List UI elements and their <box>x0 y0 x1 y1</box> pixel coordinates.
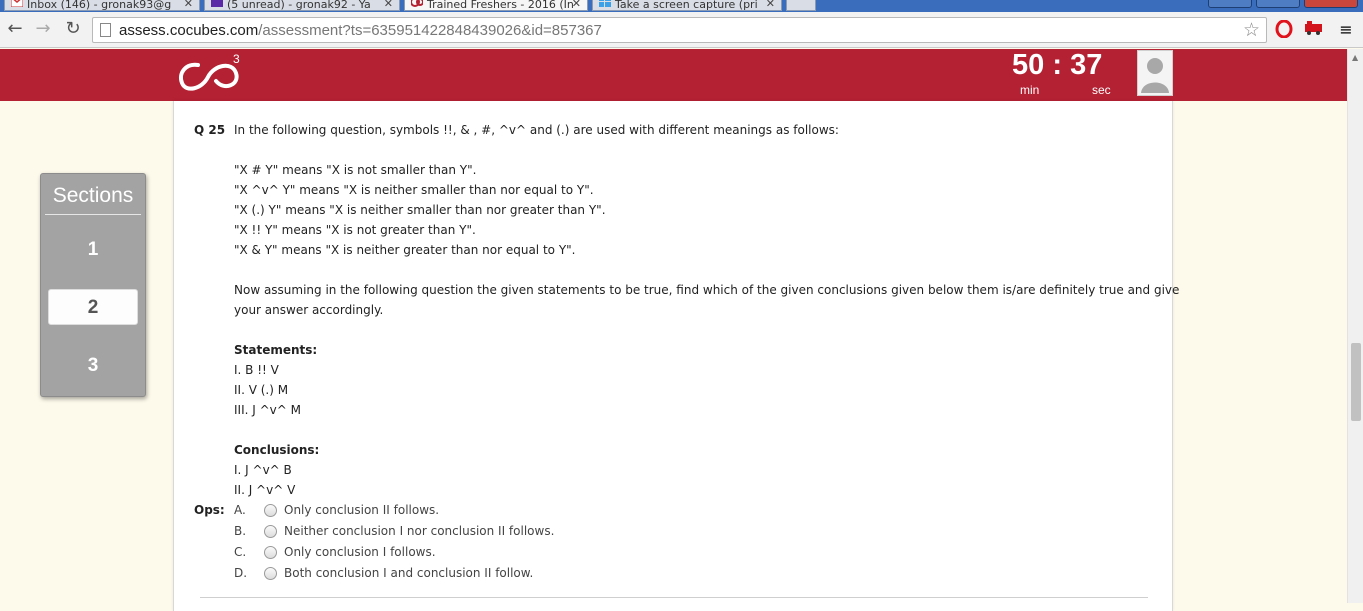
maximize-button[interactable] <box>1256 0 1300 8</box>
avatar[interactable] <box>1137 50 1173 96</box>
countdown-timer: 50 : 37 min sec <box>1012 49 1122 101</box>
option-letter: B. <box>234 524 247 538</box>
conclusions-heading: Conclusions: <box>234 443 320 457</box>
minimize-button[interactable] <box>1208 0 1252 8</box>
option-b-radio[interactable] <box>264 525 277 538</box>
opera-extension-icon[interactable] <box>1274 19 1294 40</box>
forward-icon[interactable]: → <box>32 18 54 40</box>
page-scrollbar[interactable]: ▲ <box>1347 49 1363 603</box>
divider <box>45 214 141 215</box>
conclusion-item: II. J ^v^ V <box>234 483 296 497</box>
divider <box>200 597 1148 598</box>
browser-tabstrip: Inbox (146) - gronak93@g ✕ (5 unread) - … <box>0 0 1363 12</box>
option-a-text[interactable]: Only conclusion II follows. <box>284 503 439 517</box>
address-bar[interactable]: assess.cocubes.com/assessment?ts=6359514… <box>92 17 1267 43</box>
section-2-button[interactable]: 2 <box>48 289 138 325</box>
section-1-button[interactable]: 1 <box>48 232 138 268</box>
option-letter: C. <box>234 545 247 559</box>
timer-min-label: min <box>1020 83 1040 97</box>
sections-panel: Sections 1 2 3 <box>40 173 146 397</box>
question-number: Q 25 <box>194 123 226 137</box>
yahoo-mail-icon <box>211 0 223 7</box>
bookmark-star-icon[interactable]: ☆ <box>1243 19 1260 41</box>
new-tab-button[interactable] <box>786 0 816 11</box>
option-c-text[interactable]: Only conclusion I follows. <box>284 545 436 559</box>
scroll-up-icon[interactable]: ▲ <box>1352 53 1358 62</box>
browser-tab-yahoo[interactable]: (5 unread) - gronak92 - Ya ✕ <box>204 0 400 11</box>
close-icon[interactable]: ✕ <box>184 0 193 10</box>
close-icon[interactable]: ✕ <box>572 0 581 10</box>
close-icon[interactable]: ✕ <box>384 0 393 10</box>
meaning-line: "X !! Y" means "X is not greater than Y"… <box>234 223 476 237</box>
question-intro: In the following question, symbols !!, &… <box>234 123 839 137</box>
browser-tab-active[interactable]: Trained Freshers - 2016 (In ✕ <box>404 0 588 11</box>
meaning-line: "X (.) Y" means "X is neither smaller th… <box>234 203 606 217</box>
url-text: assess.cocubes.com/assessment?ts=6359514… <box>119 22 602 39</box>
train-extension-icon[interactable] <box>1304 20 1324 40</box>
section-3-button[interactable]: 3 <box>48 348 138 384</box>
timer-digits: 50 : 37 <box>1012 49 1103 81</box>
meaning-line: "X # Y" means "X is not smaller than Y". <box>234 163 477 177</box>
window-close-button[interactable] <box>1304 0 1358 8</box>
option-c-radio[interactable] <box>264 546 277 559</box>
gmail-icon <box>10 0 24 8</box>
cocubes-icon <box>410 0 424 7</box>
browser-toolbar: ← → ↻ assess.cocubes.com/assessment?ts=6… <box>0 12 1363 48</box>
browser-tab-gmail[interactable]: Inbox (146) - gronak93@g ✕ <box>4 0 200 11</box>
option-d-radio[interactable] <box>264 567 277 580</box>
cocubes-logo: 3 <box>176 51 246 95</box>
statement-item: I. B !! V <box>234 363 279 377</box>
page-header: 3 50 : 37 min sec <box>0 49 1347 101</box>
page-icon <box>100 23 111 37</box>
menu-icon[interactable]: ≡ <box>1336 20 1356 40</box>
browser-tab-screencapture[interactable]: Take a screen capture (pri ✕ <box>592 0 782 11</box>
close-icon[interactable]: ✕ <box>766 0 775 10</box>
options-label: Ops: <box>194 503 225 517</box>
windows-icon <box>599 0 611 7</box>
option-letter: D. <box>234 566 248 580</box>
statement-item: III. J ^v^ M <box>234 403 301 417</box>
sections-title: Sections <box>52 184 134 207</box>
option-d-text[interactable]: Both conclusion I and conclusion II foll… <box>284 566 533 580</box>
meaning-line: "X ^v^ Y" means "X is neither smaller th… <box>234 183 594 197</box>
option-b-text[interactable]: Neither conclusion I nor conclusion II f… <box>284 524 554 538</box>
reload-icon[interactable]: ↻ <box>62 18 84 40</box>
conclusion-item: I. J ^v^ B <box>234 463 292 477</box>
instruction-text: your answer accordingly. <box>234 303 384 317</box>
meaning-line: "X & Y" means "X is neither greater than… <box>234 243 576 257</box>
statement-item: II. V (.) M <box>234 383 289 397</box>
timer-sec-label: sec <box>1092 83 1111 97</box>
back-icon[interactable]: ← <box>4 18 26 40</box>
instruction-text: Now assuming in the following question t… <box>234 283 1180 297</box>
option-a-radio[interactable] <box>264 504 277 517</box>
scrollbar-thumb[interactable] <box>1351 343 1361 421</box>
option-letter: A. <box>234 503 246 517</box>
svg-text:3: 3 <box>233 52 240 66</box>
statements-heading: Statements: <box>234 343 318 357</box>
